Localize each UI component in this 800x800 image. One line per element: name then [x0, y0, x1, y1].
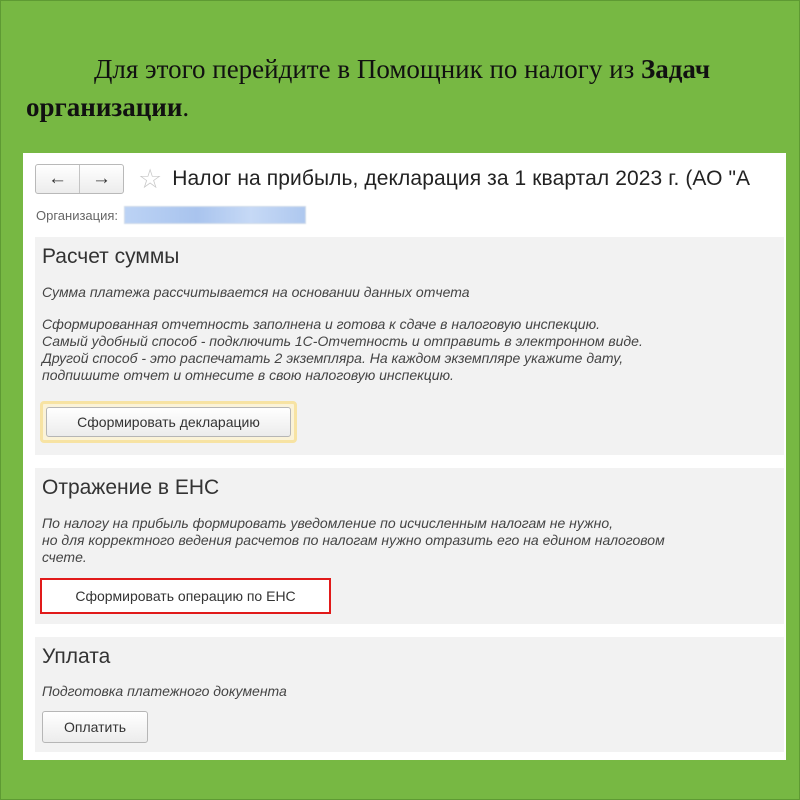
- caption-text: Для этого перейдите в Помощник по налогу…: [94, 54, 641, 84]
- nav-buttons: ← →: [35, 164, 124, 194]
- pay-button[interactable]: Оплатить: [42, 711, 148, 743]
- organization-label: Организация:: [36, 207, 119, 223]
- section-title-ens: Отражение в ЕНС: [42, 476, 220, 499]
- calc-line: подпишите отчет и отнесите в свою налого…: [42, 367, 454, 383]
- ens-line: но для корректного ведения расчетов по н…: [42, 532, 665, 548]
- calc-description: Сформированная отчетность заполнена и го…: [42, 316, 772, 384]
- payment-subtitle: Подготовка платежного документа: [42, 683, 287, 699]
- ens-line: По налогу на прибыль формировать уведомл…: [42, 515, 614, 531]
- title-bar: ← → ☆ Налог на прибыль, декларация за 1 …: [35, 162, 786, 196]
- section-ens: Отражение в ЕНС По налогу на прибыль фор…: [35, 468, 784, 624]
- section-calculation: Расчет суммы Сумма платежа рассчитываетс…: [35, 237, 784, 455]
- calc-subtitle: Сумма платежа рассчитывается на основани…: [42, 284, 470, 300]
- calc-line: Другой способ - это распечатать 2 экземп…: [42, 350, 624, 366]
- back-button[interactable]: ←: [36, 165, 79, 193]
- generate-declaration-button[interactable]: Сформировать декларацию: [46, 407, 291, 437]
- calc-line: Сформированная отчетность заполнена и го…: [42, 316, 600, 332]
- slide-caption: Для этого перейдите в Помощник по налогу…: [26, 50, 786, 126]
- section-title-calculation: Расчет суммы: [42, 245, 180, 268]
- caption-end: .: [182, 92, 190, 122]
- highlight-yellow: Сформировать декларацию: [40, 401, 297, 443]
- arrow-left-icon: ←: [48, 168, 67, 189]
- caption-bold-org: организации: [26, 92, 183, 122]
- app-window: ← → ☆ Налог на прибыль, декларация за 1 …: [23, 153, 786, 760]
- ens-description: По налогу на прибыль формировать уведомл…: [42, 515, 772, 566]
- section-payment: Уплата Подготовка платежного документа О…: [35, 637, 784, 752]
- section-title-payment: Уплата: [42, 645, 111, 668]
- star-icon[interactable]: ☆: [138, 165, 162, 193]
- highlight-red: Сформировать операцию по ЕНС: [40, 578, 331, 614]
- ens-line: счете.: [42, 549, 87, 565]
- calc-line: Самый удобный способ - подключить 1С-Отч…: [42, 333, 643, 349]
- generate-ens-operation-button[interactable]: Сформировать операцию по ЕНС: [43, 581, 328, 611]
- arrow-right-icon: →: [92, 168, 111, 189]
- caption-bold-tasks: Задач: [641, 54, 711, 84]
- organization-field-blurred[interactable]: [124, 206, 307, 224]
- organization-row: Организация:: [36, 205, 307, 225]
- forward-button[interactable]: →: [79, 165, 123, 193]
- document-title: Налог на прибыль, декларация за 1 кварта…: [172, 167, 751, 190]
